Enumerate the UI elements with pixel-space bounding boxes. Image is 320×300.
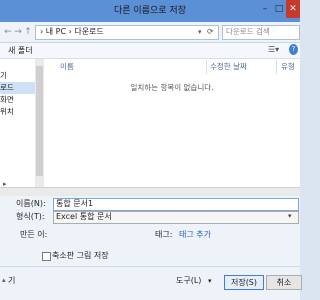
view-options-icon[interactable]: ☰▾ [268,45,279,54]
nav-item-downloads[interactable]: 로드 [0,82,35,94]
column-header-type[interactable]: 유형 [281,61,295,73]
nav-item-quick-access[interactable]: 기 [0,70,35,82]
divider [0,266,300,267]
add-tag-link[interactable]: 태그 추가 [179,229,211,241]
breadcrumb[interactable]: › 내 PC › 다운로드 [40,25,104,39]
column-separator[interactable] [276,60,277,74]
help-icon[interactable]: ? [289,44,298,55]
column-header-name[interactable]: 이름 [60,61,74,73]
empty-message: 일치하는 항목이 없습니다. [130,83,214,92]
minimize-icon[interactable]: – [258,0,272,18]
filetype-dropdown-icon[interactable]: ▾ [288,212,292,220]
refresh-icon[interactable]: ⟳ [207,25,214,39]
nav-scrollbar-thumb[interactable] [36,66,43,176]
tags-label: 태그: [155,230,173,239]
up-arrow-icon[interactable]: ↑ [22,25,34,39]
search-placeholder: 다운로드 검색 [226,27,270,36]
filename-value: 통합 문서1 [56,199,94,208]
filetype-value: Excel 통합 문서 [56,212,112,221]
filename-label: 이름(N): [16,199,46,208]
author-label: 만든 이: [20,230,48,239]
column-header-modified[interactable]: 수정한 날짜 [210,61,247,73]
tools-button[interactable]: 도구(L) [176,275,201,287]
new-folder-button[interactable]: 새 폴더 [8,43,33,58]
close-icon[interactable]: ✕ [286,0,300,18]
column-separator[interactable] [206,60,207,74]
maximize-icon[interactable]: □ [272,0,286,18]
cancel-button[interactable]: 취소 [266,275,302,290]
filetype-label: 형식(T): [16,212,45,221]
nav-item-recent[interactable]: 위치 [0,106,35,118]
file-list[interactable] [44,59,300,187]
tools-dropdown-icon[interactable]: ▾ [208,275,212,287]
hide-folders-button[interactable]: 기 [8,275,15,287]
window-title: 다른 이름으로 저장 [114,6,186,16]
nav-item-desktop[interactable]: 화면 [0,94,35,106]
save-thumbnail-label: 축소판 그림 저장 [52,251,109,260]
history-dropdown-icon[interactable]: ▾ [198,25,202,39]
hide-folders-icon[interactable]: ▴ [2,276,6,284]
save-thumbnail-checkbox[interactable] [42,252,51,261]
save-button[interactable]: 저장(S) [224,275,264,290]
toolbar [0,43,300,59]
